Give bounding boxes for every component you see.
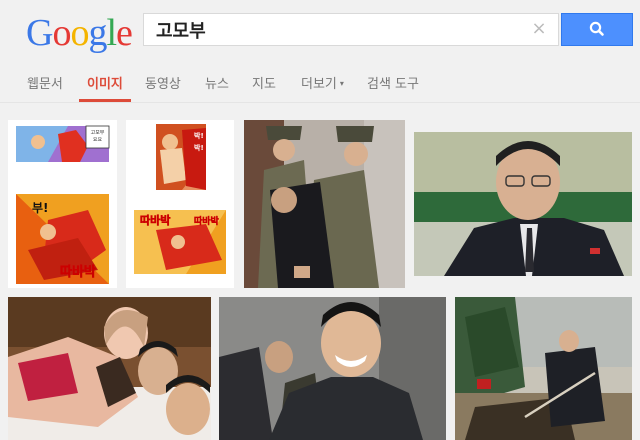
- comic-caption: 부!: [32, 201, 49, 215]
- clear-icon[interactable]: ×: [528, 18, 550, 40]
- image-result[interactable]: 고모부 요요 부! 따바박: [8, 120, 117, 288]
- photo-thumbnail: [414, 132, 632, 276]
- photo-thumbnail: [244, 120, 405, 288]
- tab-web[interactable]: 웹문서: [27, 73, 63, 101]
- search-input[interactable]: [144, 14, 524, 45]
- search-box: ×: [143, 13, 559, 46]
- image-result[interactable]: [414, 132, 632, 276]
- tab-videos[interactable]: 동영상: [145, 73, 181, 101]
- search-button[interactable]: [561, 13, 633, 46]
- logo-letter: o: [52, 12, 71, 54]
- search-tabs: 웹문서 이미지 동영상 뉴스 지도 더보기 ▾ 검색 도구: [0, 60, 640, 103]
- image-result[interactable]: [8, 297, 211, 440]
- tab-label: 이미지: [87, 77, 123, 92]
- header: Google ×: [0, 0, 640, 60]
- comic-caption: 박!: [194, 131, 204, 140]
- image-result[interactable]: 박! 박! 따바박 따바박: [126, 120, 234, 288]
- tab-label: 더보기: [301, 77, 337, 92]
- comic-thumbnail: 박! 박! 따바박 따바박: [126, 120, 234, 288]
- tab-label: 뉴스: [205, 77, 229, 92]
- comic-caption: 따바박: [60, 264, 96, 280]
- logo-letter: o: [70, 12, 89, 54]
- tab-search-tools[interactable]: 검색 도구: [367, 73, 419, 101]
- tab-label: 웹문서: [27, 77, 63, 92]
- comic-caption: 따바박: [140, 213, 170, 227]
- tab-more[interactable]: 더보기 ▾: [301, 73, 344, 101]
- tab-label: 동영상: [145, 77, 181, 92]
- logo-letter: e: [116, 12, 133, 54]
- comic-thumbnail: 고모부 요요 부! 따바박: [8, 120, 117, 288]
- tab-label: 검색 도구: [367, 77, 419, 92]
- photo-thumbnail: [8, 297, 211, 440]
- comic-caption: 고모부: [91, 130, 105, 136]
- image-result[interactable]: [455, 297, 632, 440]
- logo-letter: l: [106, 12, 117, 54]
- search-icon: [589, 21, 604, 36]
- tab-news[interactable]: 뉴스: [205, 73, 229, 101]
- tab-maps[interactable]: 지도: [252, 73, 276, 101]
- logo-letter: g: [88, 12, 107, 54]
- photo-thumbnail: [219, 297, 446, 440]
- tab-label: 지도: [252, 77, 276, 92]
- image-result[interactable]: [219, 297, 446, 440]
- photo-thumbnail: [455, 297, 632, 440]
- comic-caption: 박!: [194, 143, 204, 152]
- tab-images[interactable]: 이미지: [79, 73, 131, 102]
- comic-caption: 따바박: [194, 215, 220, 227]
- google-logo[interactable]: Google: [26, 11, 133, 55]
- chevron-down-icon: ▾: [339, 79, 344, 88]
- comic-caption: 요요: [93, 137, 103, 143]
- image-results-grid: 고모부 요요 부! 따바박 박! 박! 따바박 따바박: [0, 103, 640, 440]
- logo-letter: G: [26, 12, 53, 54]
- image-result[interactable]: [244, 120, 405, 288]
